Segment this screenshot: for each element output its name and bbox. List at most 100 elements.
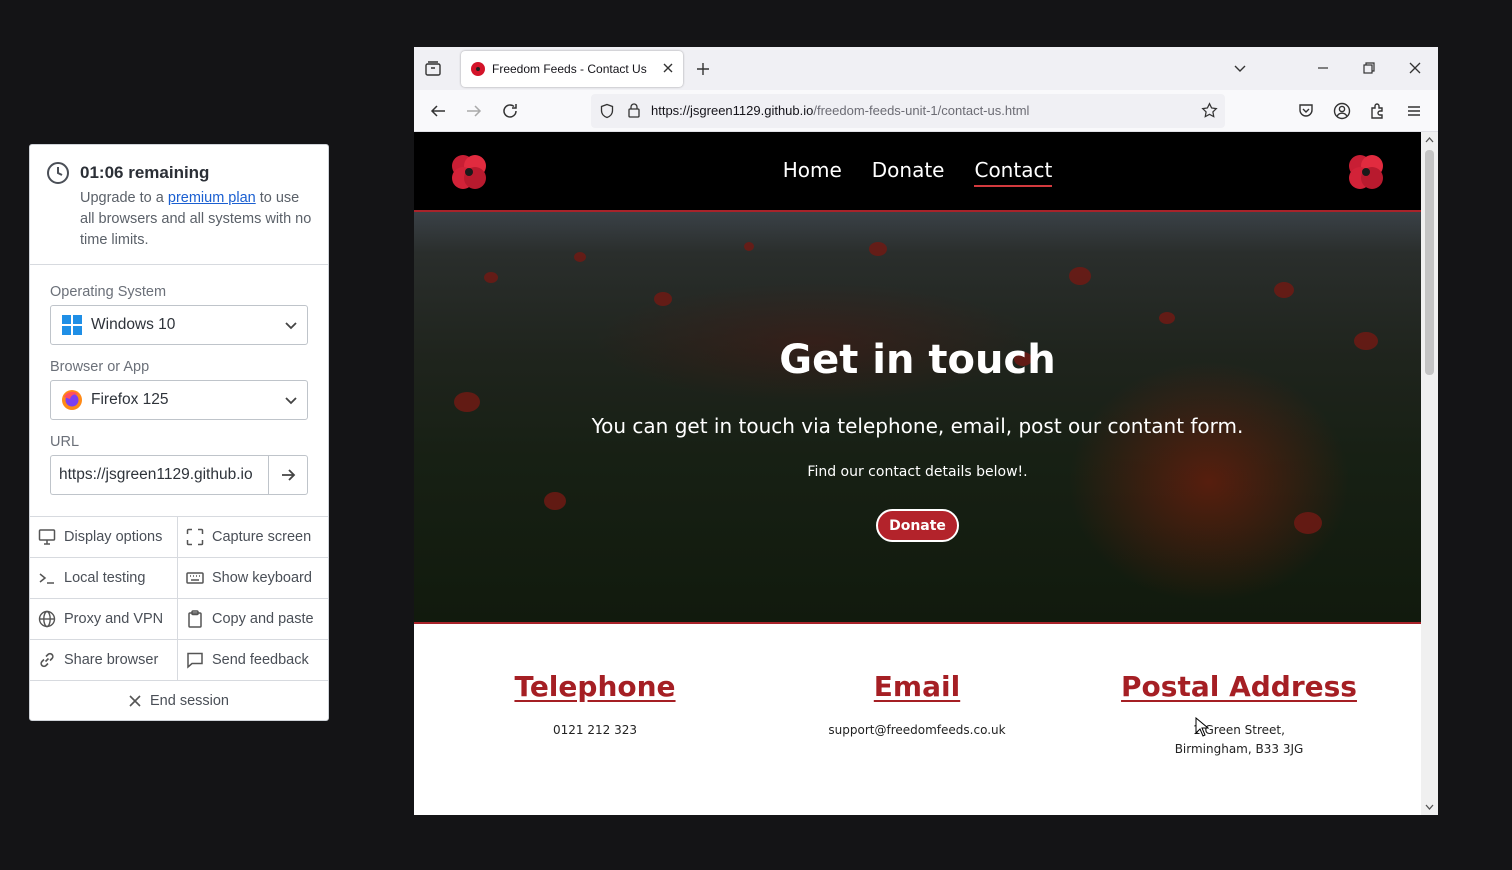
clipboard-icon [185,609,205,629]
show-keyboard-button[interactable]: Show keyboard [178,558,328,599]
browser-select[interactable]: Firefox 125 [50,380,308,420]
minimize-icon[interactable] [1315,60,1331,76]
browser-label: Browser or App [50,359,150,375]
hero-subtext: Find our contact details below!. [807,464,1028,480]
copy-paste-button[interactable]: Copy and paste [178,599,328,640]
url-input[interactable]: https://jsgreen1129.github.io [50,455,268,495]
telephone-heading: Telephone [514,670,676,703]
poppy-decoration [869,242,887,256]
back-icon[interactable] [429,102,447,120]
url-label: URL [50,434,80,450]
chat-icon [185,650,205,670]
premium-plan-link[interactable]: premium plan [168,190,256,206]
hero-lead: You can get in touch via telephone, emai… [591,414,1244,438]
extensions-icon[interactable] [1369,102,1387,120]
send-feedback-label: Send feedback [212,652,309,668]
telephone-value: 0121 212 323 [553,723,637,737]
keyboard-icon [185,568,205,588]
scroll-up-icon[interactable] [1425,136,1434,144]
scrollbar-thumb[interactable] [1425,150,1434,375]
list-all-tabs-icon[interactable] [1232,60,1248,76]
contact-section: Telephone 0121 212 323 Email support@fre… [414,624,1421,814]
show-keyboard-label: Show keyboard [212,570,312,586]
address-bar[interactable]: https://jsgreen1129.github.io/freedom-fe… [591,94,1225,128]
proxy-vpn-label: Proxy and VPN [64,611,164,627]
local-testing-label: Local testing [64,570,146,586]
send-feedback-button[interactable]: Send feedback [178,640,328,681]
reload-icon[interactable] [501,102,519,120]
go-button[interactable] [268,455,308,495]
email-heading: Email [873,670,961,703]
end-session-button[interactable]: End session [30,681,328,721]
scroll-down-icon[interactable] [1425,803,1434,811]
telephone-column: Telephone 0121 212 323 [425,670,765,740]
poppy-decoration [484,272,498,283]
local-testing-button[interactable]: Local testing [30,558,178,599]
close-icon [129,695,141,707]
poppy-decoration [654,292,672,306]
capture-screen-button[interactable]: Capture screen [178,517,328,558]
display-options-label: Display options [64,529,163,545]
upgrade-message: Upgrade to a premium plan to use all bro… [80,188,312,251]
terminal-icon [37,568,57,588]
hero-section: Get in touch You can get in touch via te… [414,212,1421,624]
poppy-decoration [1294,512,1322,534]
mouse-cursor-icon [1195,717,1209,737]
url-text: https://jsgreen1129.github.io/freedom-fe… [651,103,1029,118]
shield-icon[interactable] [599,103,615,119]
url-row: https://jsgreen1129.github.io [50,455,308,495]
url-path: /freedom-feeds-unit-1/contact-us.html [813,103,1030,118]
lock-icon[interactable] [627,102,641,118]
site-navbar: Home Donate Contact [414,132,1421,212]
close-window-icon[interactable] [1407,60,1423,76]
email-column: Email support@freedomfeeds.co.uk [747,670,1087,740]
star-icon[interactable] [1201,102,1218,119]
timer-section: 01:06 remaining Upgrade to a premium pla… [30,145,328,265]
postal-column: Postal Address 1 Green Street, Birmingham… [1069,670,1409,759]
menu-icon[interactable] [1405,102,1423,120]
restore-icon[interactable] [1361,60,1377,76]
monitor-icon [37,527,57,547]
poppy-decoration [1069,267,1091,285]
firefox-icon [61,389,83,411]
postal-address: 1 Green Street, Birmingham, B33 3JG [1069,721,1409,759]
url-host: https://jsgreen1129.github.io [651,103,814,118]
share-browser-button[interactable]: Share browser [30,640,178,681]
postal-line-2: Birmingham, B33 3JG [1174,742,1304,756]
page-scrollbar[interactable] [1421,132,1438,815]
hero-title: Get in touch [779,337,1056,383]
poppy-logo-icon [1349,155,1383,189]
end-session-label: End session [150,693,229,709]
account-icon[interactable] [1333,102,1351,120]
poppy-decoration [1274,282,1294,298]
upgrade-text-start: Upgrade to a [80,190,168,206]
proxy-vpn-button[interactable]: Proxy and VPN [30,599,178,640]
os-value: Windows 10 [91,316,176,333]
tab-title: Freedom Feeds - Contact Us [492,62,647,76]
pocket-icon[interactable] [1297,102,1315,120]
nav-home-link[interactable]: Home [783,158,842,187]
os-select[interactable]: Windows 10 [50,305,308,345]
action-grid: Display options Capture screen Local tes… [30,516,328,681]
browser-window: Freedom Feeds - Contact Us https://jsgre… [414,47,1438,815]
display-options-button[interactable]: Display options [30,517,178,558]
poppy-decoration [454,392,480,412]
browser-tab[interactable]: Freedom Feeds - Contact Us [461,51,683,87]
new-tab-icon[interactable] [695,61,711,77]
poppy-decoration [544,492,566,510]
arrow-right-icon [282,469,296,481]
donate-button[interactable]: Donate [876,509,959,542]
nav-contact-link[interactable]: Contact [974,158,1053,187]
tab-list-icon[interactable] [424,60,442,78]
poppy-decoration [1159,312,1175,324]
nav-donate-link[interactable]: Donate [872,158,945,187]
forward-icon[interactable] [465,102,483,120]
link-icon [37,650,57,670]
postal-heading: Postal Address [1121,670,1357,703]
nav-toolbar: https://jsgreen1129.github.io/freedom-fe… [414,90,1438,132]
os-label: Operating System [50,284,167,300]
chevron-down-icon [285,397,297,405]
page-viewport: Home Donate Contact Get in touch You can… [414,132,1421,815]
close-tab-icon[interactable] [661,61,675,75]
poppy-decoration [744,242,754,251]
